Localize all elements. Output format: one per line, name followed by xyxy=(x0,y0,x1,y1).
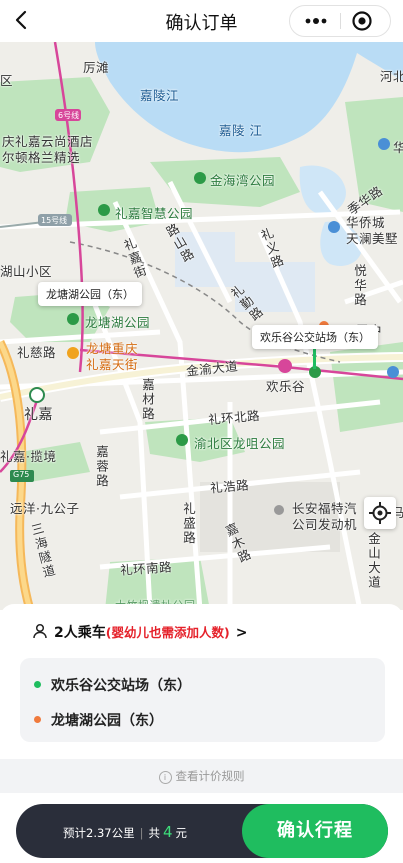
map-label: 礼嘉 xyxy=(24,407,53,423)
map-label: 厉滩 xyxy=(83,60,110,75)
map-label: 欢乐谷 xyxy=(266,379,306,394)
order-sheet: 2人乘车(婴幼儿也需添加人数) > 欢乐谷公交站场（东） 龙塘湖公园（东） i 查看… xyxy=(0,604,403,863)
highway-badge: G75 xyxy=(13,470,30,479)
map-label: 龙塘湖公园 xyxy=(85,315,151,330)
destination-callout: 龙塘湖公园（东） xyxy=(38,282,142,306)
route-card: 欢乐谷公交站场（东） 龙塘湖公园（东） xyxy=(20,658,385,742)
map-label: 区 xyxy=(0,73,14,88)
map-label: 悦华路 xyxy=(352,264,367,308)
estimate-unit: 元 xyxy=(175,826,188,840)
map-view[interactable]: 区 厉滩 嘉陵江 嘉陵 江 河北 庆礼嘉云尚酒店 尔顿格兰精选 华 金海湾公园 … xyxy=(0,42,403,610)
price-rule-link[interactable]: i 查看计价规则 xyxy=(0,759,403,793)
map-label: 嘉陵 江 xyxy=(219,123,263,138)
map-label: 公司发动机 xyxy=(292,517,358,532)
map-label: 嘉陵江 xyxy=(140,88,180,103)
destination-label: 龙塘湖公园（东） xyxy=(51,713,163,729)
map-label: 礼嘉天街 xyxy=(86,357,139,372)
metro-badge: 15号线 xyxy=(41,216,68,225)
map-label: 礼嘉智慧公园 xyxy=(115,206,194,221)
map-label: 尔顿格兰精选 xyxy=(2,150,81,165)
map-label: 河北 xyxy=(380,69,403,84)
map-label: 嘉蓉路 xyxy=(94,445,109,489)
confirm-trip-button[interactable]: 确认行程 xyxy=(242,804,388,858)
more-dots-icon[interactable] xyxy=(302,12,330,30)
target-circle-icon[interactable] xyxy=(351,10,373,32)
map-label: 远洋·九公子 xyxy=(10,501,80,516)
map-label: 礼环南路 xyxy=(119,559,173,578)
locate-button[interactable] xyxy=(364,497,396,529)
origin-label: 欢乐谷公交站场（东） xyxy=(51,678,191,694)
origin-callout: 欢乐谷公交站场（东） xyxy=(252,325,378,349)
map-label: 礼慈路 xyxy=(17,345,57,360)
estimate-separator: | xyxy=(139,826,144,840)
info-icon: i xyxy=(158,771,172,784)
capsule-divider xyxy=(340,13,341,29)
chevron-right-icon: > xyxy=(235,625,248,641)
passenger-count: 2人乘车 xyxy=(54,625,106,641)
origin-dot-icon xyxy=(34,681,41,688)
price-rule-label: 查看计价规则 xyxy=(175,769,245,783)
destination-dot-icon xyxy=(34,716,41,723)
map-label: 礼嘉·揽境 xyxy=(0,449,57,464)
estimate-distance: 预计2.37公里 xyxy=(63,826,135,840)
map-label: 礼盛路 xyxy=(181,502,196,546)
crosshair-locate-icon xyxy=(369,502,391,524)
navigation-bar: 确认订单 xyxy=(0,0,403,42)
estimate-prefix: 共 xyxy=(148,826,160,840)
destination-stop[interactable]: 龙塘湖公园（东） xyxy=(34,710,163,730)
map-label: 华 xyxy=(393,140,403,155)
checkout-bar: 预计2.37公里 | 共 4 元 确认行程 xyxy=(16,804,388,858)
passenger-warning: (婴幼儿也需添加人数) xyxy=(105,625,230,640)
map-label: 金海湾公园 xyxy=(210,173,276,188)
map-label: 天澜美墅 xyxy=(346,231,399,246)
origin-stop[interactable]: 欢乐谷公交站场（东） xyxy=(34,675,191,695)
map-label: 湖山小区 xyxy=(0,264,53,279)
map-label: 渝北区龙咀公园 xyxy=(194,436,286,451)
passenger-selector[interactable]: 2人乘车(婴幼儿也需添加人数) > xyxy=(32,622,247,644)
metro-badge: 6号线 xyxy=(58,111,80,120)
map-label: 礼浩路 xyxy=(209,477,250,496)
mini-program-capsule xyxy=(289,5,391,37)
person-icon xyxy=(33,623,47,639)
fare-estimate: 预计2.37公里 | 共 4 元 xyxy=(63,823,187,841)
map-label: 金山大道 xyxy=(366,532,381,590)
estimate-amount: 4 xyxy=(162,823,173,841)
map-label: 嘉材路 xyxy=(140,378,155,422)
